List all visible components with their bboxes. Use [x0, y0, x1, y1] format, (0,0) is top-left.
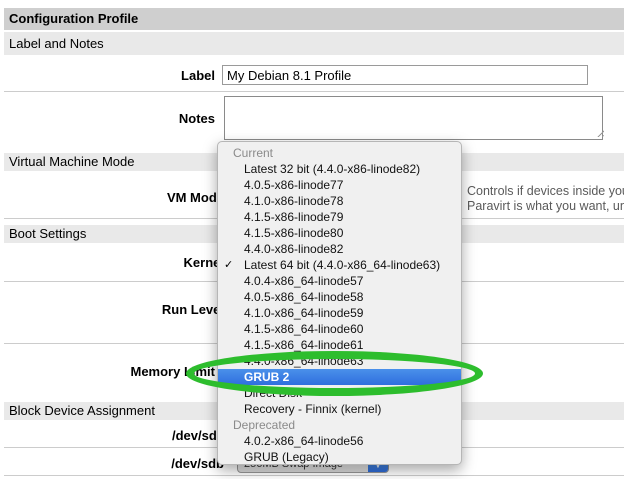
kernel-option[interactable]: 4.0.5-x86-linode77: [218, 177, 461, 193]
kernel-option[interactable]: 4.1.5-x86_64-linode60: [218, 321, 461, 337]
kernel-option-label: GRUB 2: [244, 370, 289, 384]
kernel-option[interactable]: GRUB (Legacy): [218, 449, 461, 465]
kernel-option[interactable]: 4.0.4-x86_64-linode57: [218, 273, 461, 289]
kernel-option[interactable]: Latest 32 bit (4.4.0-x86-linode82): [218, 161, 461, 177]
kernel-option-label: Current: [233, 146, 273, 160]
kernel-option[interactable]: Direct Disk: [218, 385, 461, 401]
kernel-option-label: 4.4.0-x86_64-linode63: [244, 354, 363, 368]
dev-sdb-label: /dev/sdb: [0, 456, 224, 471]
kernel-option-label: 4.0.5-x86-linode77: [244, 178, 343, 192]
kernel-option[interactable]: 4.1.0-x86_64-linode59: [218, 305, 461, 321]
kernel-option-label: 4.1.0-x86_64-linode59: [244, 306, 363, 320]
kernel-option[interactable]: Recovery - Finnix (kernel): [218, 401, 461, 417]
kernel-option-label: 4.0.4-x86_64-linode57: [244, 274, 363, 288]
label-field-label: Label: [0, 68, 215, 83]
kernel-group-label: Current: [218, 145, 461, 161]
kernel-option[interactable]: 4.0.2-x86_64-linode56: [218, 433, 461, 449]
kernel-option[interactable]: 4.1.0-x86-linode78: [218, 193, 461, 209]
kernel-option[interactable]: 4.1.5-x86_64-linode61: [218, 337, 461, 353]
kernel-option-label: 4.1.5-x86_64-linode60: [244, 322, 363, 336]
kernel-option-label: Latest 64 bit (4.4.0-x86_64-linode63): [244, 258, 440, 272]
kernel-option[interactable]: 4.4.0-x86_64-linode63: [218, 353, 461, 369]
vm-mode-help-line2: Paravirt is what you want, unle: [467, 199, 624, 214]
kernel-option[interactable]: 4.0.5-x86_64-linode58: [218, 289, 461, 305]
divider: [4, 91, 624, 92]
notes-field-label: Notes: [0, 111, 215, 126]
kernel-dropdown-list: Current Latest 32 bit (4.4.0-x86-linode82…: [218, 145, 461, 465]
kernel-option-label: 4.4.0-x86-linode82: [244, 242, 343, 256]
kernel-option-label: 4.0.5-x86_64-linode58: [244, 290, 363, 304]
kernel-option-label: Latest 32 bit (4.4.0-x86-linode82): [244, 162, 420, 176]
vm-mode-label: VM Mode: [0, 190, 224, 205]
divider: [4, 475, 624, 476]
kernel-option-label: Deprecated: [233, 418, 295, 432]
run-level-label: Run Level: [0, 302, 224, 317]
kernel-option-label: Recovery - Finnix (kernel): [244, 402, 381, 416]
checkmark-icon: ✓: [224, 257, 233, 273]
kernel-label: Kernel: [0, 255, 224, 270]
page-title: Configuration Profile: [4, 8, 624, 30]
configuration-profile-page: Configuration Profile Label and Notes La…: [0, 0, 624, 479]
vm-mode-help-text: Controls if devices inside your Paravirt…: [467, 184, 624, 213]
kernel-option[interactable]: GRUB 2: [218, 369, 461, 385]
kernel-group-label: Deprecated: [218, 417, 461, 433]
kernel-dropdown-menu: Current Latest 32 bit (4.4.0-x86-linode82…: [217, 141, 462, 465]
kernel-option[interactable]: 4.1.5-x86-linode80: [218, 225, 461, 241]
kernel-option-label: 4.0.2-x86_64-linode56: [244, 434, 363, 448]
kernel-option[interactable]: 4.4.0-x86-linode82: [218, 241, 461, 257]
section-label-and-notes: Label and Notes: [4, 32, 624, 55]
kernel-option-label: Direct Disk: [244, 386, 302, 400]
label-input[interactable]: [222, 65, 588, 85]
vm-mode-help-line1: Controls if devices inside your: [467, 184, 624, 199]
kernel-option-label: GRUB (Legacy): [244, 450, 329, 464]
dev-sda-label: /dev/sda: [0, 428, 224, 443]
kernel-option[interactable]: 4.1.5-x86-linode79: [218, 209, 461, 225]
memory-limit-label: Memory Limit: [0, 364, 215, 379]
kernel-option-label: 4.1.5-x86-linode80: [244, 226, 343, 240]
kernel-option-label: 4.1.5-x86-linode79: [244, 210, 343, 224]
kernel-option-label: 4.1.0-x86-linode78: [244, 194, 343, 208]
kernel-option-label: 4.1.5-x86_64-linode61: [244, 338, 363, 352]
notes-textarea[interactable]: [224, 96, 603, 140]
kernel-option[interactable]: ✓ Latest 64 bit (4.4.0-x86_64-linode63): [218, 257, 461, 273]
